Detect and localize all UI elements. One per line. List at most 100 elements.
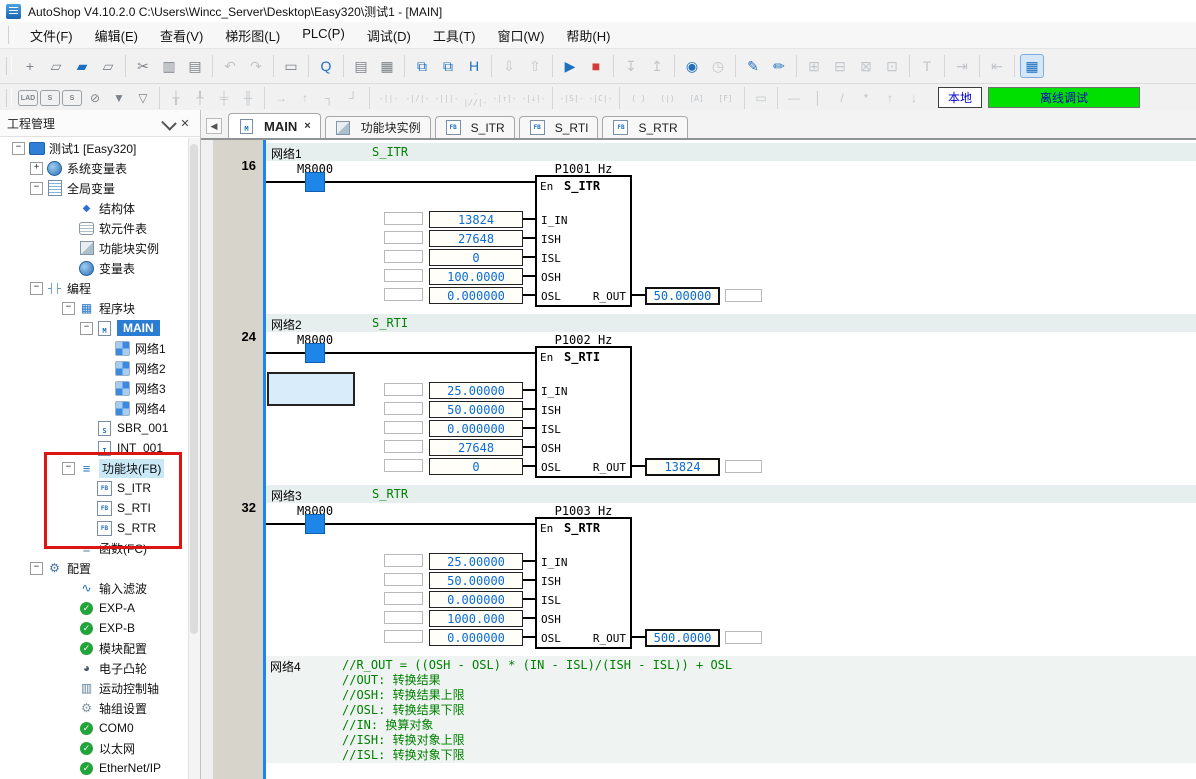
tree-item-programming[interactable]: −┤├编程 — [0, 278, 188, 298]
menu-help[interactable]: 帮助(H) — [555, 23, 621, 48]
tree-item-exp-a[interactable]: −✓EXP-A — [0, 598, 188, 618]
tree-item-input-filter[interactable]: −∿输入滤波 — [0, 578, 188, 598]
arrow-down-tool-icon[interactable]: ↓ — [903, 88, 925, 108]
delete-icon[interactable]: ▭ — [279, 54, 303, 78]
operand-cell-empty[interactable] — [384, 421, 423, 434]
operand-cell-empty[interactable] — [384, 554, 423, 567]
tree-item-ethernet[interactable]: −✓以太网 — [0, 738, 188, 758]
operand-cell-empty[interactable] — [384, 402, 423, 415]
sidebar-scrollbar-thumb[interactable] — [190, 144, 198, 634]
output-coil-icon[interactable]: ( ) — [625, 88, 652, 108]
output-not-coil-icon[interactable]: (|) — [654, 88, 681, 108]
search-icon[interactable]: Q — [314, 54, 338, 78]
line-corner-up-icon[interactable]: ┘ — [342, 88, 364, 108]
operand-cell-empty[interactable] — [384, 630, 423, 643]
arrow-up-tool-icon[interactable]: ↑ — [879, 88, 901, 108]
input-value-box[interactable]: 50.00000 — [429, 401, 523, 418]
line-up-icon[interactable]: ↑ — [294, 88, 316, 108]
input-value-box[interactable]: 0 — [429, 458, 523, 475]
tree-item-function-blocks[interactable]: −≡功能块(FB) — [0, 458, 188, 478]
tree-item-network2[interactable]: −网络2 — [0, 358, 188, 378]
operand-cell-empty[interactable] — [725, 460, 762, 473]
contact-m8000[interactable] — [305, 172, 325, 192]
menu-ladder[interactable]: 梯形图(L) — [214, 23, 291, 48]
insert-branch-icon[interactable]: ╀ — [189, 88, 211, 108]
tree-item-int001[interactable]: −IINT_001 — [0, 438, 188, 458]
input-value-box[interactable]: 0.000000 — [429, 591, 523, 608]
print-preview-icon[interactable]: ▤ — [349, 54, 373, 78]
tree-item-global-vars[interactable]: −全局变量 — [0, 178, 188, 198]
panel-splitter[interactable] — [201, 140, 214, 779]
operand-cell-empty[interactable] — [384, 611, 423, 624]
line-right-icon[interactable]: → — [270, 88, 292, 108]
input-value-box[interactable]: 100.0000 — [429, 268, 523, 285]
tree-expander-icon[interactable]: + — [30, 162, 43, 175]
network-4[interactable]: 网络4 //R_OUT = ((OSH - OSL) * (IN - ISL)/… — [266, 656, 1196, 763]
operand-cell-empty[interactable] — [384, 459, 423, 472]
operand-cell-empty[interactable] — [725, 631, 762, 644]
tree-item-s-rtr[interactable]: −FBS_RTR — [0, 518, 188, 538]
output-value-box[interactable]: 13824 — [645, 458, 720, 476]
contact-parallel-closed-icon[interactable]: -|//|- — [462, 88, 489, 108]
close-panel-icon[interactable]: ✕ — [177, 115, 193, 131]
contact-parallel-icon[interactable]: -|||- — [433, 88, 460, 108]
tree-item-fb-instances[interactable]: −功能块实例 — [0, 238, 188, 258]
tree-expander-icon[interactable]: − — [62, 462, 75, 475]
convert-table-icon[interactable]: ⊞ — [802, 54, 826, 78]
cascade-windows-icon[interactable]: ⧉ — [410, 54, 434, 78]
tree-item-var-table[interactable]: −变量表 — [0, 258, 188, 278]
panel-view-icon[interactable]: ▦ — [1020, 54, 1044, 78]
tree-item-ethernet-ip[interactable]: −✓EtherNet/IP — [0, 758, 188, 778]
paste-icon[interactable]: ▤ — [183, 54, 207, 78]
operand-cell-empty[interactable] — [384, 231, 423, 244]
tree-item-ecam[interactable]: −◕电子凸轮 — [0, 658, 188, 678]
output-value-box[interactable]: 50.00000 — [645, 287, 720, 305]
operand-cell-empty[interactable] — [384, 288, 423, 301]
tab-close-icon[interactable]: × — [304, 120, 310, 132]
tab-scroll-left-button[interactable]: ◀ — [206, 118, 222, 134]
clear-table-icon[interactable]: ⊟ — [828, 54, 852, 78]
input-value-box[interactable]: 25.00000 — [429, 382, 523, 399]
input-value-box[interactable]: 27648 — [429, 439, 523, 456]
tree-item-sbr001[interactable]: −SSBR_001 — [0, 418, 188, 438]
input-value-box[interactable]: 50.00000 — [429, 572, 523, 589]
tree-expander-icon[interactable]: − — [30, 182, 43, 195]
open-project-icon[interactable]: ▱ — [44, 54, 68, 78]
network-header[interactable]: 网络3 S_RTR — [266, 485, 1196, 503]
save-all-icon[interactable]: ▱ — [96, 54, 120, 78]
network-header[interactable]: 网络1 S_ITR — [266, 143, 1196, 161]
function-block-s-rti[interactable]: En S_RTI I_IN ISH ISL OSH OSL R_OUT — [535, 346, 632, 478]
count-coil-icon[interactable]: -|C|- — [587, 88, 614, 108]
tree-item-s-rti[interactable]: −FBS_RTI — [0, 498, 188, 518]
download-list-icon[interactable]: ⇩ — [497, 54, 521, 78]
tree-expander-icon[interactable]: − — [80, 322, 93, 335]
coil-tool-icon[interactable]: ⊘ — [84, 88, 106, 108]
insert-row-below-icon[interactable]: ╫ — [237, 88, 259, 108]
operand-cell-empty[interactable] — [384, 212, 423, 225]
contact-rising-icon[interactable]: -|↑|- — [491, 88, 518, 108]
input-value-box[interactable]: 0 — [429, 249, 523, 266]
redo-icon[interactable]: ↷ — [244, 54, 268, 78]
login-icon[interactable]: ⇥ — [950, 54, 974, 78]
tree-item-com0[interactable]: −✓COM0 — [0, 718, 188, 738]
tree-item-axis-group[interactable]: −⚙轴组设置 — [0, 698, 188, 718]
menu-file[interactable]: 文件(F) — [19, 23, 84, 48]
contact-m8000[interactable] — [305, 514, 325, 534]
menu-plc[interactable]: PLC(P) — [291, 23, 356, 48]
line-corner-down-icon[interactable]: ┐ — [318, 88, 340, 108]
lad-mode-icon[interactable]: LAD — [18, 90, 38, 106]
tree-item-network1[interactable]: −网络1 — [0, 338, 188, 358]
print-icon[interactable]: ▦ — [375, 54, 399, 78]
tab-fb-instances[interactable]: 功能块实例 — [325, 116, 431, 138]
down-arrow-filled-icon[interactable]: ▼ — [108, 88, 130, 108]
sfc-mode-icon[interactable]: S — [40, 90, 60, 106]
upload-program-icon[interactable]: ↥ — [645, 54, 669, 78]
input-value-box[interactable]: 13824 — [429, 211, 523, 228]
input-value-box[interactable]: 25.00000 — [429, 553, 523, 570]
hline-tool-icon[interactable]: — — [783, 88, 805, 108]
input-value-box[interactable]: 0.000000 — [429, 420, 523, 437]
input-value-box[interactable]: 1000.000 — [429, 610, 523, 627]
tree-expander-icon[interactable]: − — [30, 562, 43, 575]
offline-debug-button[interactable]: 离线调试 — [988, 87, 1140, 108]
selected-cell[interactable] — [267, 372, 355, 406]
